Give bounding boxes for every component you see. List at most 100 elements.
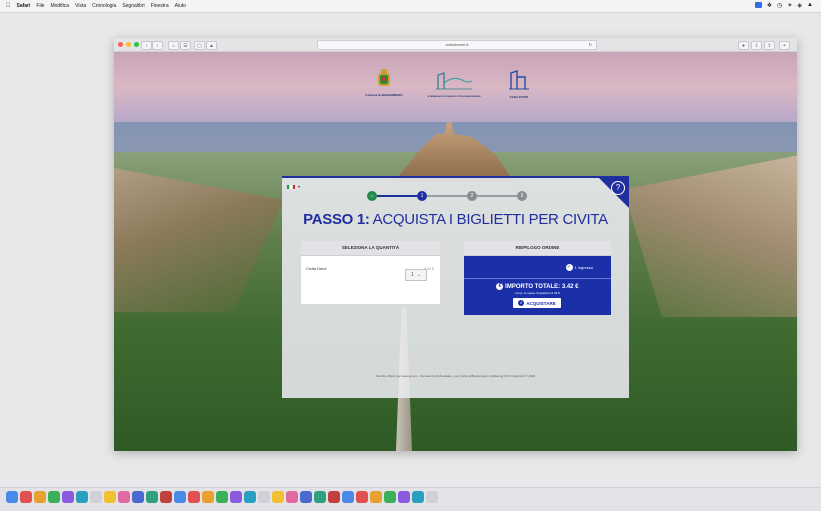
app-store-icon[interactable] <box>174 491 186 503</box>
dock-icons <box>6 491 438 503</box>
photos-icon[interactable] <box>104 491 116 503</box>
word-icon[interactable] <box>342 491 354 503</box>
download-icon[interactable]: ⇩ <box>751 41 762 50</box>
tv-icon[interactable] <box>230 491 242 503</box>
indesign-icon[interactable] <box>328 491 340 503</box>
bluetooth-icon[interactable]: ✶ <box>787 2 792 9</box>
cart-count-text: 1 ingresso <box>574 265 593 270</box>
menu-segnalibri[interactable]: Segnalibri <box>122 3 144 9</box>
extension-icon[interactable]: ● <box>738 41 749 50</box>
ticket-icon: ✓ <box>565 264 573 271</box>
clock-icon[interactable]: ◷ <box>777 2 782 9</box>
reminders-icon[interactable] <box>160 491 172 503</box>
order-total-text: IMPORTO TOTALE: 3.42 € <box>505 284 579 291</box>
facetime-icon[interactable] <box>118 491 130 503</box>
step-home-icon[interactable]: ⌂ <box>367 191 377 201</box>
minimize-window-button[interactable] <box>126 42 131 47</box>
menu-app-name[interactable]: Safari <box>17 3 31 9</box>
macos-dock <box>0 487 821 511</box>
home-icon[interactable]: ⌂ <box>168 41 179 50</box>
safari-toolbar: ‹ › ⌂ ☰ ▢ ▲ civitabcmei.it ↻ ● ⇩ ⇧ + <box>114 38 797 52</box>
reader-icon[interactable]: ▲ <box>206 41 217 50</box>
podcasts-icon[interactable] <box>216 491 228 503</box>
screen-share-icon[interactable] <box>754 2 762 8</box>
buy-button-label: ACQUISTARE <box>526 300 556 306</box>
dropbox-icon[interactable]: ❖ <box>767 2 772 9</box>
sidebar-icon[interactable]: ▢ <box>194 41 205 50</box>
zoom-window-button[interactable] <box>134 42 139 47</box>
order-summary-body: ✓ 1 ingresso € IMPORTO TOTALE: 3.42 € co… <box>464 256 611 315</box>
buy-button[interactable]: ✓ ACQUISTARE <box>513 298 561 308</box>
forward-button[interactable]: › <box>152 41 163 50</box>
step-1[interactable]: 1 <box>417 191 427 201</box>
order-total: € IMPORTO TOTALE: 3.42 € <box>464 283 611 290</box>
menu-vista[interactable]: Vista <box>75 3 86 9</box>
flag-white <box>290 184 292 189</box>
address-bar[interactable]: civitabcmei.it ↻ <box>317 40 597 50</box>
step-2[interactable]: 2 <box>467 191 477 201</box>
photoshop-icon[interactable] <box>314 491 326 503</box>
zoom-icon[interactable] <box>398 491 410 503</box>
illustrator-icon[interactable] <box>300 491 312 503</box>
books-icon[interactable] <box>244 491 256 503</box>
window-controls <box>118 42 139 47</box>
safari-icon[interactable] <box>34 491 46 503</box>
powerpoint-icon[interactable] <box>370 491 382 503</box>
chevron-down-icon: ▾ <box>298 184 301 189</box>
finder-icon[interactable] <box>6 491 18 503</box>
step-3[interactable]: 3 <box>517 191 527 201</box>
logo-comune-text: Comune di BAGNOREGIO <box>365 93 403 97</box>
xd-icon[interactable] <box>286 491 298 503</box>
euro-icon: € <box>496 283 504 290</box>
bookmarks-icon[interactable]: ☰ <box>180 41 191 50</box>
order-summary-panel: RIEPILOGO ORDINE ✓ 1 ingresso € IMPORTO … <box>464 241 611 315</box>
notes-icon[interactable] <box>146 491 158 503</box>
skype-icon[interactable] <box>412 491 424 503</box>
close-window-button[interactable] <box>118 42 123 47</box>
apple-icon[interactable]:  <box>6 3 11 9</box>
order-fees: comp. le spese di gestione 0.42 € <box>515 291 560 295</box>
order-divider <box>464 278 611 279</box>
music-icon[interactable] <box>202 491 214 503</box>
menu-cronologia[interactable]: Cronologia <box>92 3 116 9</box>
after-effects-icon[interactable] <box>272 491 284 503</box>
volume-icon[interactable]: ▲ <box>807 2 813 9</box>
excel-icon[interactable] <box>356 491 368 503</box>
status-area: ❖ ◷ ✶ ◈ ▲ <box>754 2 813 9</box>
order-panel-header: RIEPILOGO ORDINE <box>464 241 611 256</box>
menu-aiuto[interactable]: Aiuto <box>175 3 186 9</box>
share-icon[interactable]: ⇧ <box>764 41 775 50</box>
system-preferences-icon[interactable] <box>188 491 200 503</box>
partner-logos: Comune di BAGNOREGIO IL PAESAGGIO CULTUR… <box>364 69 564 111</box>
paesaggio-logo-icon <box>436 72 473 90</box>
calendar-icon[interactable] <box>132 491 144 503</box>
quantity-value: 1 <box>411 272 414 278</box>
chrome-icon[interactable] <box>48 491 60 503</box>
menu-file[interactable]: File <box>36 3 44 9</box>
step-line-3 <box>477 195 517 197</box>
ticket-name: Civita Demi <box>306 266 327 271</box>
trash-icon[interactable] <box>426 491 438 503</box>
menu-modifica[interactable]: Modifica <box>50 3 69 9</box>
logo-casa-civita[interactable]: CASA CIVITA <box>499 69 539 100</box>
back-button[interactable]: ‹ <box>141 41 152 50</box>
purchase-card: ▾ ? ⌂ 1 2 3 PASSO 1: ACQUISTA I BIGLIETT… <box>282 176 629 398</box>
launchpad-icon[interactable] <box>20 491 32 503</box>
messages-icon[interactable] <box>62 491 74 503</box>
logo-paesaggio[interactable]: IL PAESAGGIO CULTURALE DI CIVITA DI BAGN… <box>419 69 489 100</box>
premiere-icon[interactable] <box>258 491 270 503</box>
maps-icon[interactable] <box>90 491 102 503</box>
teams-icon[interactable] <box>384 491 396 503</box>
language-selector[interactable]: ▾ <box>287 184 300 189</box>
wifi-icon[interactable]: ◈ <box>797 2 802 9</box>
quantity-panel-header: SELEZIONA LA QUANTITÀ <box>301 241 440 256</box>
reload-icon[interactable]: ↻ <box>589 41 592 49</box>
logo-comune[interactable]: Comune di BAGNOREGIO <box>364 69 404 98</box>
new-tab-button[interactable]: + <box>779 41 790 50</box>
progress-stepper: ⌂ 1 2 3 <box>367 191 547 201</box>
help-icon[interactable]: ? <box>611 181 625 195</box>
menu-finestra[interactable]: Finestra <box>151 3 169 9</box>
mail-icon[interactable] <box>76 491 88 503</box>
logo-paesaggio-text: IL PAESAGGIO CULTURALE DI CIVITA DI BAGN… <box>427 96 481 98</box>
step-line-2 <box>427 195 467 197</box>
